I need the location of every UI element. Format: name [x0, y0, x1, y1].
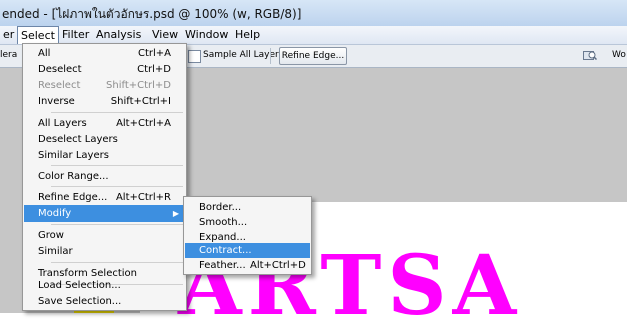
- menu-item-color-range[interactable]: Color Range...: [24, 168, 185, 185]
- magnifier-window-icon[interactable]: [583, 50, 597, 61]
- menu-separator: [51, 224, 183, 225]
- menu-item-all-layers[interactable]: All Layers Alt+Ctrl+A: [24, 115, 185, 132]
- menu-item-all[interactable]: All Ctrl+A: [24, 45, 185, 62]
- menu-item-shortcut: Alt+Ctrl+A: [116, 118, 171, 129]
- menu-analysis[interactable]: Analysis: [93, 27, 144, 43]
- menu-item-grow[interactable]: Grow: [24, 227, 185, 244]
- menu-select[interactable]: Select: [17, 26, 59, 44]
- menu-item-reselect[interactable]: Reselect Shift+Ctrl+D: [24, 77, 185, 94]
- tolerance-label: lera: [0, 50, 18, 60]
- menu-item-shortcut: Shift+Ctrl+D: [106, 80, 171, 91]
- menu-item-similar[interactable]: Similar: [24, 243, 185, 260]
- menu-item-shortcut: Alt+Ctrl+R: [115, 192, 171, 203]
- menu-item-label: Deselect: [38, 64, 82, 75]
- triangle-right-icon: ▶: [172, 209, 179, 218]
- select-menu-dropdown: All Ctrl+A Deselect Ctrl+D Reselect Shif…: [22, 43, 187, 311]
- menu-separator: [51, 186, 183, 187]
- menu-item-feather[interactable]: Feather... Alt+Ctrl+D: [185, 258, 310, 273]
- menu-item-load-selection[interactable]: Load Selection...: [24, 277, 185, 294]
- menu-item-label: Contract...: [199, 245, 252, 256]
- menu-view[interactable]: View: [149, 27, 181, 43]
- menu-item-similar-layers[interactable]: Similar Layers: [24, 147, 185, 164]
- menu-item-deselect[interactable]: Deselect Ctrl+D: [24, 61, 185, 78]
- menu-item-label: Save Selection...: [38, 296, 122, 307]
- menu-item-shortcut: Shift+Ctrl+I: [110, 96, 171, 107]
- menu-separator: [51, 165, 183, 166]
- menu-item-label: Load Selection...: [38, 280, 121, 291]
- menu-item-shortcut: Alt+Ctrl+D: [250, 260, 306, 271]
- menu-filter[interactable]: Filter: [59, 27, 92, 43]
- menu-item-save-selection[interactable]: Save Selection...: [24, 293, 185, 310]
- menu-help[interactable]: Help: [232, 27, 263, 43]
- refine-edge-button[interactable]: Refine Edge...: [279, 47, 347, 65]
- menu-separator: [51, 112, 183, 113]
- menu-item-label: Color Range...: [38, 171, 109, 182]
- menu-item-label: Grow: [38, 230, 64, 241]
- menu-item-label: Inverse: [38, 96, 75, 107]
- menu-item-deselect-layers[interactable]: Deselect Layers: [24, 131, 185, 148]
- menu-separator: [51, 262, 183, 263]
- menu-item-label: Similar Layers: [38, 150, 109, 161]
- menu-item-label: Reselect: [38, 80, 81, 91]
- menu-item-inverse[interactable]: Inverse Shift+Ctrl+I: [24, 93, 185, 110]
- workspace-label[interactable]: Wo: [612, 50, 626, 60]
- menu-item-shortcut: Ctrl+A: [137, 48, 171, 59]
- modify-submenu: Border... Smooth... Expand... Contract..…: [183, 196, 312, 275]
- window-title: ended - [ไฝภาพในตัวอักษร.psd @ 100% (w, …: [2, 7, 302, 21]
- menu-item-label: Refine Edge...: [38, 192, 108, 203]
- menu-layer-cut[interactable]: er: [0, 27, 17, 43]
- menu-item-shortcut: Ctrl+D: [137, 64, 171, 75]
- menu-item-label: All Layers: [38, 118, 87, 129]
- options-divider: [270, 48, 271, 64]
- menu-item-refine-edge[interactable]: Refine Edge... Alt+Ctrl+R: [24, 189, 185, 206]
- title-bar: ended - [ไฝภาพในตัวอักษร.psd @ 100% (w, …: [0, 0, 627, 26]
- menu-item-label: Modify: [38, 208, 72, 219]
- menu-item-label: All: [38, 48, 51, 59]
- menu-item-contract[interactable]: Contract...: [185, 243, 310, 258]
- sample-all-layers-label: Sample All Layers: [203, 50, 284, 60]
- menu-item-label: Deselect Layers: [38, 134, 118, 145]
- sample-all-layers-checkbox[interactable]: [188, 50, 201, 63]
- menu-item-label: Similar: [38, 246, 73, 257]
- menu-window[interactable]: Window: [182, 27, 231, 43]
- menu-item-label: Feather...: [199, 260, 246, 271]
- menu-item-modify[interactable]: Modify ▶: [24, 205, 185, 222]
